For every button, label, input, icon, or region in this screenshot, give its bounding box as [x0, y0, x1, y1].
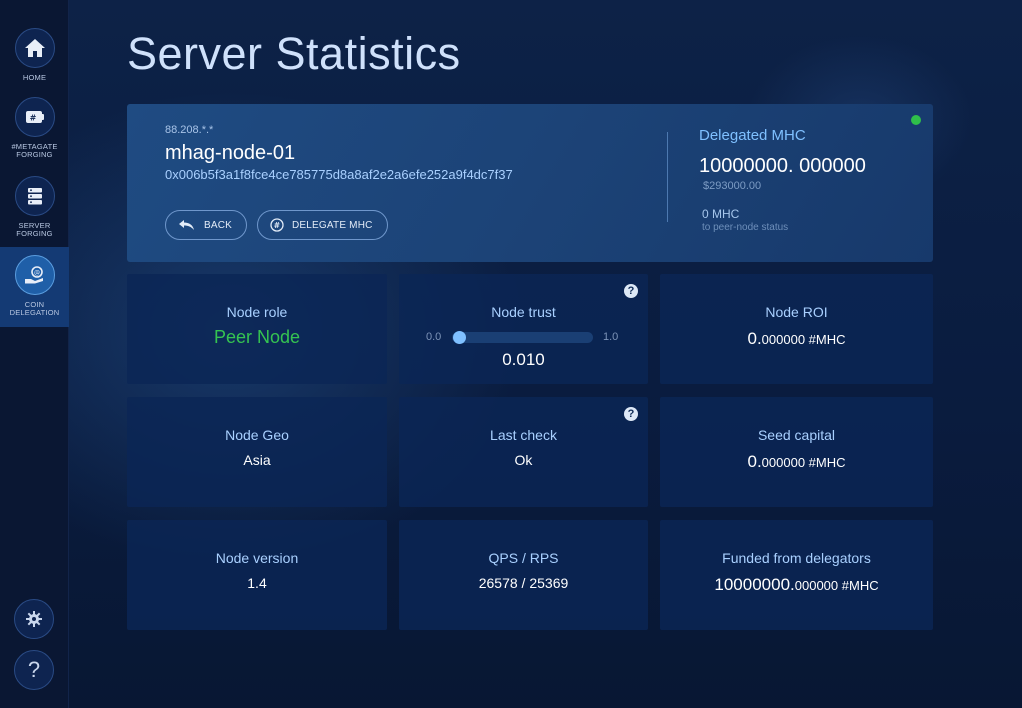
help-icon[interactable]: ? — [624, 284, 638, 298]
last-check-card: ? Last check Ok — [399, 397, 648, 507]
seed-capital-card: Seed capital 0.000000 #MHC — [660, 397, 933, 507]
help-icon: ? — [27, 657, 41, 682]
trust-slider: 0.0 1.0 — [399, 331, 648, 345]
sidebar-item-label: SERVER FORGING — [16, 221, 53, 238]
node-trust-card: ? Node trust 0.0 1.0 0.010 — [399, 274, 648, 384]
help-icon[interactable]: ? — [624, 407, 638, 421]
server-icon — [14, 176, 55, 216]
card-title: Node ROI — [765, 304, 828, 320]
back-arrow-icon — [178, 219, 196, 231]
sidebar-item-metagate-forging[interactable]: # #METAGATE FORGING — [0, 89, 69, 167]
node-address: 0x006b5f3a1f8fce4ce785775d8a8af2e2a6efe2… — [165, 167, 513, 182]
node-roi-value: 0.000000 #MHC — [747, 329, 846, 348]
svg-text:#: # — [29, 114, 36, 123]
delegate-button-label: DELEGATE MHC — [292, 219, 373, 231]
node-name: mhag-node-01 — [165, 142, 296, 164]
slider-track — [452, 331, 593, 344]
card-title: Funded from delegators — [722, 550, 871, 566]
sidebar-item-home[interactable]: HOME — [0, 20, 69, 98]
funded-card: Funded from delegators 10000000.000000 #… — [660, 520, 933, 630]
sidebar-item-label: HOME — [22, 73, 47, 82]
slider-min-label: 0.0 — [426, 331, 442, 343]
page-title: Server Statistics — [127, 28, 461, 79]
qps-rps-card: QPS / RPS 26578 / 25369 — [399, 520, 648, 630]
wallet-icon: # — [14, 97, 55, 137]
seed-capital-value: 0.000000 #MHC — [747, 452, 846, 471]
node-role-value: Peer Node — [213, 327, 301, 347]
delegated-usd: $293000.00 — [703, 180, 762, 192]
node-version-value: 1.4 — [247, 575, 267, 591]
peer-mhc-note: to peer-node status — [702, 222, 789, 233]
server-ip: 88.208.*.* — [165, 124, 214, 136]
card-title: Seed capital — [757, 427, 836, 443]
card-title: Node role — [226, 304, 288, 320]
card-title: Last check — [490, 427, 557, 443]
sidebar-item-label: COIN DELEGATION — [9, 300, 60, 317]
coin-hand-icon: @ — [14, 255, 55, 295]
slider-max-label: 1.0 — [603, 331, 619, 343]
card-title: QPS / RPS — [488, 550, 559, 566]
sidebar-item-coin-delegation[interactable]: @ COIN DELEGATION — [0, 247, 69, 327]
node-roi-card: Node ROI 0.000000 #MHC — [660, 274, 933, 384]
node-role-card: Node role Peer Node — [127, 274, 387, 384]
last-check-value: Ok — [514, 452, 533, 468]
gear-icon[interactable] — [14, 599, 54, 639]
node-trust-value: 0.010 — [502, 350, 545, 369]
card-title: Node Geo — [225, 427, 289, 443]
home-icon — [14, 28, 55, 68]
online-status-dot — [911, 115, 921, 125]
svg-text:#: # — [274, 221, 280, 230]
peer-mhc-amount: 0 MHC — [702, 207, 740, 221]
panel-divider — [667, 132, 668, 222]
sidebar-item-server-forging[interactable]: SERVER FORGING — [0, 168, 69, 246]
delegate-mhc-button[interactable]: # DELEGATE MHC — [257, 210, 388, 240]
slider-thumb — [453, 331, 467, 344]
delegated-value: 10000000. 000000 — [699, 155, 866, 177]
node-geo-value: Asia — [243, 452, 271, 468]
funded-value: 10000000.000000 #MHC — [714, 575, 879, 594]
server-info-panel: 88.208.*.* mhag-node-01 0x006b5f3a1f8fce… — [127, 104, 933, 262]
hash-coin-icon: # — [270, 218, 284, 232]
back-button-label: BACK — [204, 219, 233, 231]
back-button[interactable]: BACK — [165, 210, 248, 240]
card-title: Node trust — [491, 304, 556, 320]
node-version-card: Node version 1.4 — [127, 520, 387, 630]
delegated-title: Delegated MHC — [699, 127, 806, 144]
help-button[interactable]: ? — [14, 650, 54, 690]
sidebar: HOME # #METAGATE FORGING SERVER FORGING — [0, 0, 69, 708]
svg-text:@: @ — [34, 270, 40, 277]
sidebar-item-label: #METAGATE FORGING — [11, 142, 58, 159]
qps-rps-value: 26578 / 25369 — [478, 575, 569, 591]
card-title: Node version — [215, 550, 299, 566]
node-geo-card: Node Geo Asia — [127, 397, 387, 507]
